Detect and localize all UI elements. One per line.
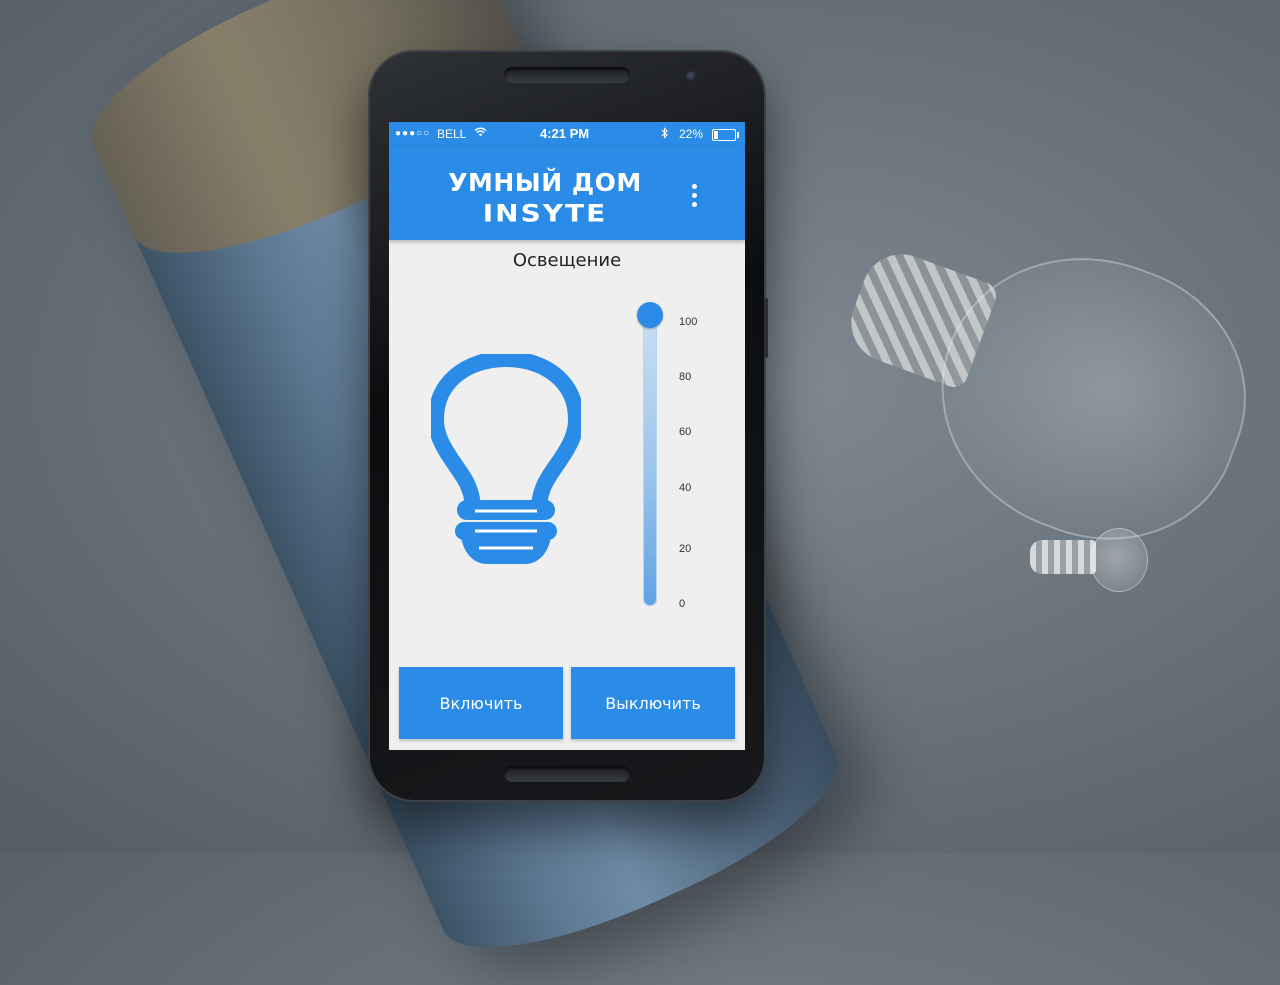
background-small-bulb-base	[1030, 540, 1096, 574]
slider-tick-label: 0	[679, 598, 686, 610]
slider-tick-label: 60	[679, 426, 692, 438]
slider-thumb[interactable]	[637, 302, 663, 328]
front-camera	[686, 71, 697, 82]
page-title: Освещение	[512, 250, 622, 271]
turn-off-button[interactable]: Выключить	[571, 667, 735, 739]
power-button[interactable]	[764, 298, 768, 358]
turn-on-button[interactable]: Включить	[399, 667, 563, 739]
battery-level	[714, 131, 718, 139]
brightness-slider[interactable]	[637, 302, 663, 606]
wifi-icon	[474, 127, 487, 140]
background-light-bulb	[902, 216, 1280, 578]
clock: 4:21 PM	[540, 126, 590, 141]
battery-icon	[712, 129, 739, 141]
slider-tick-label: 20	[679, 543, 692, 555]
slider-tick-label: 100	[679, 316, 698, 328]
signal-indicator: ●●●○○	[395, 128, 431, 139]
background-small-bulb	[1090, 528, 1148, 592]
slider-tick-label: 80	[679, 371, 692, 383]
app-bar: УМНЫЙ ДОМ INSYTE	[389, 146, 745, 240]
status-bar: ●●●○○ BELL 4:21 PM 22%	[389, 122, 745, 146]
battery-percent: 22%	[679, 127, 704, 141]
bottom-speaker	[504, 766, 630, 782]
app-logo-title: УМНЫЙ ДОМ	[448, 168, 642, 197]
carrier-label: BELL	[437, 127, 467, 141]
light-bulb-icon	[431, 354, 581, 564]
more-vert-icon[interactable]	[679, 180, 709, 210]
phone-screen: ●●●○○ BELL 4:21 PM 22% УМНЫЙ ДОМ INSYTE …	[389, 122, 745, 750]
phone-device: ●●●○○ BELL 4:21 PM 22% УМНЫЙ ДОМ INSYTE …	[368, 50, 768, 802]
bluetooth-icon	[661, 127, 669, 142]
slider-track[interactable]	[643, 314, 657, 606]
app-logo-brand: INSYTE	[482, 199, 608, 228]
top-speaker	[504, 67, 630, 83]
slider-tick-label: 40	[679, 482, 692, 494]
